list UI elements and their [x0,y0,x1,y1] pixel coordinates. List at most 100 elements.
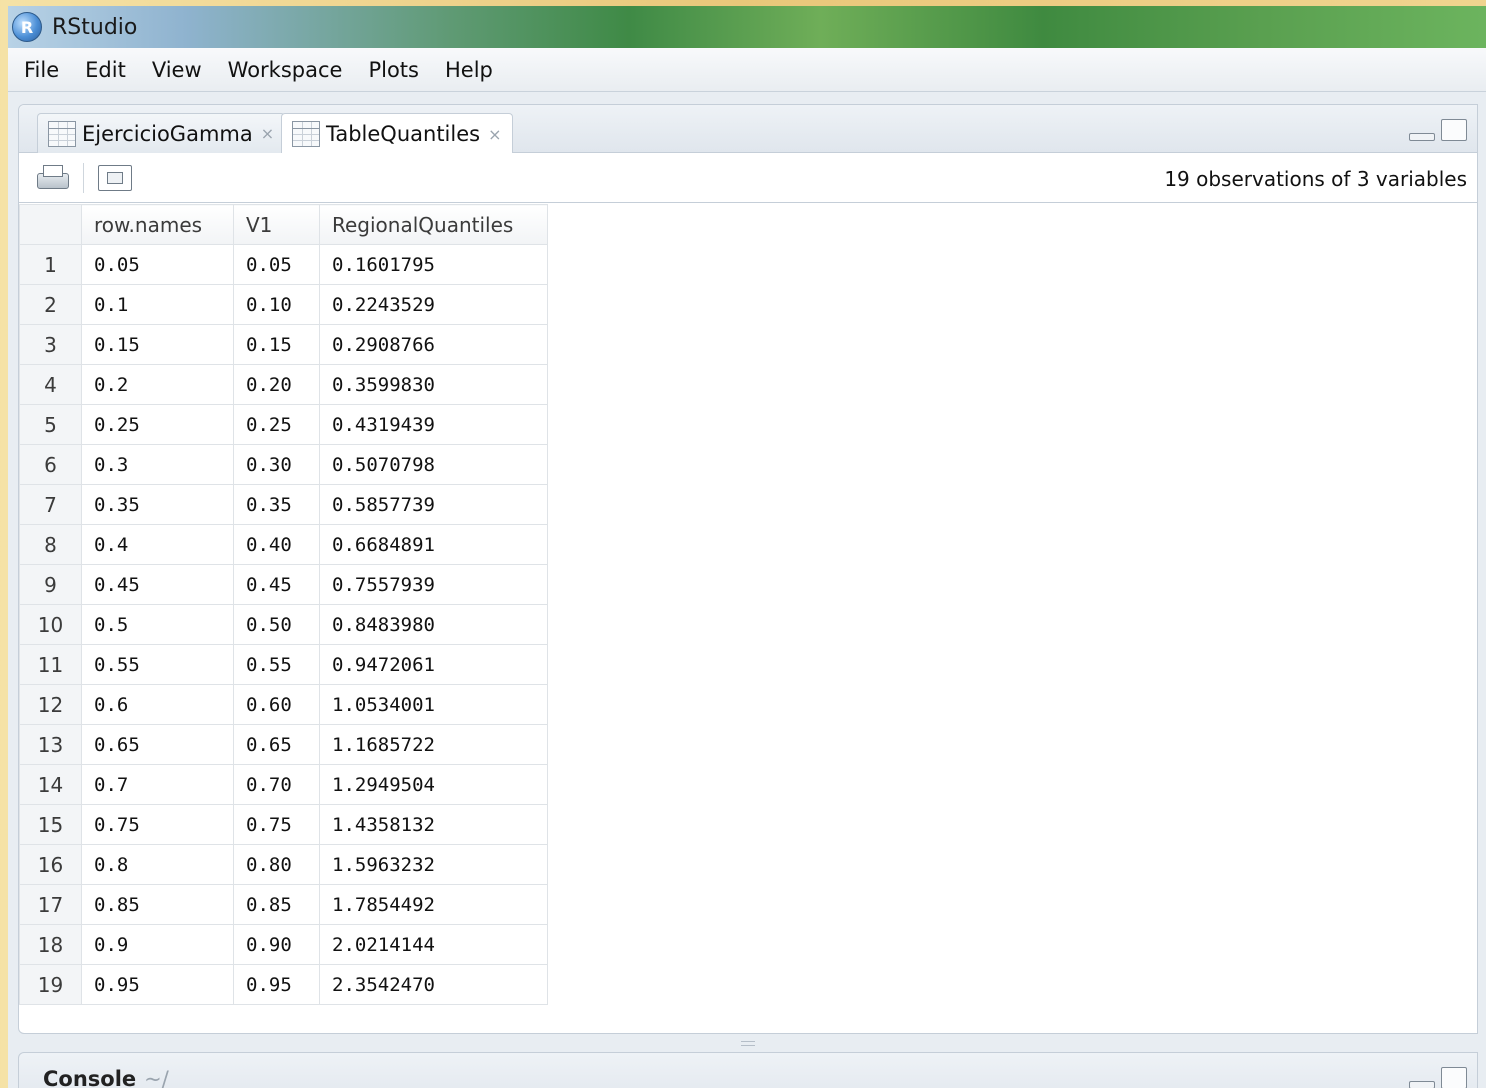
print-icon[interactable] [35,163,69,193]
menu-file[interactable]: File [14,58,69,82]
menu-view[interactable]: View [142,58,212,82]
column-header-regionalquantiles[interactable]: RegionalQuantiles [319,204,548,245]
table-cell[interactable]: 1.2949504 [319,764,548,805]
table-cell[interactable]: 1.1685722 [319,724,548,765]
table-cell[interactable]: 0.4 [81,524,234,565]
table-cell[interactable]: 1.0534001 [319,684,548,725]
table-cell[interactable]: 0.35 [81,484,234,525]
table-body: 1 0.05 0.05 0.1601795 2 0.1 0.10 0.2243529 3 0.15… [19,244,548,1005]
row-number: 3 [19,324,82,365]
minimize-icon[interactable] [1409,1081,1435,1088]
table-cell[interactable]: 0.55 [81,644,234,685]
table-cell[interactable]: 0.25 [81,404,234,445]
table-cell[interactable]: 0.7557939 [319,564,548,605]
table-cell[interactable]: 0.3599830 [319,364,548,405]
row-number: 10 [19,604,82,645]
menu-edit[interactable]: Edit [75,58,136,82]
table-cell[interactable]: 0.55 [233,644,320,685]
table-cell[interactable]: 0.45 [81,564,234,605]
table-cell[interactable]: 2.0214144 [319,924,548,965]
column-header-rownum [19,204,82,245]
table-cell[interactable]: 0.50 [233,604,320,645]
table-cell[interactable]: 0.35 [233,484,320,525]
table-cell[interactable]: 0.65 [233,724,320,765]
console-pane-controls [1409,1067,1467,1088]
pane-controls [1409,119,1467,141]
table-cell[interactable]: 1.4358132 [319,804,548,845]
tab-ejerciciogamma[interactable]: EjercicioGamma × [37,113,286,153]
table-cell[interactable]: 0.3 [81,444,234,485]
table-cell[interactable]: 0.6 [81,684,234,725]
close-icon[interactable]: × [488,125,501,144]
table-cell[interactable]: 0.7 [81,764,234,805]
table-cell[interactable]: 0.90 [233,924,320,965]
table-cell[interactable]: 0.8483980 [319,604,548,645]
table-cell[interactable]: 2.3542470 [319,964,548,1005]
table-cell[interactable]: 0.75 [81,804,234,845]
table-cell[interactable]: 0.60 [233,684,320,725]
maximize-icon[interactable] [1441,119,1467,141]
table-cell[interactable]: 0.65 [81,724,234,765]
table-cell[interactable]: 0.2243529 [319,284,548,325]
menu-help[interactable]: Help [435,58,503,82]
table-cell[interactable]: 0.2 [81,364,234,405]
toolbar-separator [83,162,84,193]
table-cell[interactable]: 0.9 [81,924,234,965]
tab-tablequantiles[interactable]: TableQuantiles × [281,113,513,154]
console-title[interactable]: Console ~/ [43,1067,169,1088]
table-cell[interactable]: 0.80 [233,844,320,885]
row-number: 4 [19,364,82,405]
table-cell[interactable]: 1.5963232 [319,844,548,885]
table-cell[interactable]: 0.15 [81,324,234,365]
table-cell[interactable]: 0.75 [233,804,320,845]
data-grid[interactable]: row.names V1 RegionalQuantiles 1 0.05 0.05… [19,204,548,1005]
table-cell[interactable]: 1.7854492 [319,884,548,925]
table-cell[interactable]: 0.85 [233,884,320,925]
table-cell[interactable]: 0.15 [233,324,320,365]
data-viewer-pane: EjercicioGamma × TableQuantiles × 19 obs… [18,104,1478,1034]
table-row: 1 0.05 0.05 0.1601795 [19,244,548,285]
table-cell[interactable]: 0.2908766 [319,324,548,365]
table-cell[interactable]: 0.1 [81,284,234,325]
table-cell[interactable]: 0.70 [233,764,320,805]
menu-workspace[interactable]: Workspace [218,58,353,82]
table-row: 2 0.1 0.10 0.2243529 [19,284,548,325]
table-cell[interactable]: 0.5070798 [319,444,548,485]
column-header-v1[interactable]: V1 [233,204,320,245]
table-cell[interactable]: 0.45 [233,564,320,605]
table-row: 12 0.6 0.60 1.0534001 [19,684,548,725]
table-cell[interactable]: 0.4319439 [319,404,548,445]
column-header-row-names[interactable]: row.names [81,204,234,245]
splitter-grip-icon [741,1040,755,1046]
minimize-icon[interactable] [1409,133,1435,141]
table-cell[interactable]: 0.05 [233,244,320,285]
row-number: 5 [19,404,82,445]
close-icon[interactable]: × [261,124,274,143]
pane-splitter[interactable] [18,1034,1478,1052]
table-cell[interactable]: 0.40 [233,524,320,565]
table-cell[interactable]: 0.95 [81,964,234,1005]
table-cell[interactable]: 0.9472061 [319,644,548,685]
table-cell[interactable]: 0.10 [233,284,320,325]
popout-window-icon[interactable] [98,164,132,191]
data-table: row.names V1 RegionalQuantiles 1 0.05 0.05… [19,204,548,1005]
table-header-row: row.names V1 RegionalQuantiles [19,204,548,245]
table-cell[interactable]: 0.85 [81,884,234,925]
table-row: 4 0.2 0.20 0.3599830 [19,364,548,405]
table-cell[interactable]: 0.95 [233,964,320,1005]
row-number: 6 [19,444,82,485]
data-table-icon [292,121,320,147]
table-cell[interactable]: 0.25 [233,404,320,445]
table-row: 5 0.25 0.25 0.4319439 [19,404,548,445]
table-cell[interactable]: 0.5857739 [319,484,548,525]
table-cell[interactable]: 0.6684891 [319,524,548,565]
table-cell[interactable]: 0.05 [81,244,234,285]
observations-summary: 19 observations of 3 variables [1164,167,1467,191]
table-cell[interactable]: 0.5 [81,604,234,645]
table-cell[interactable]: 0.1601795 [319,244,548,285]
maximize-icon[interactable] [1441,1067,1467,1088]
table-cell[interactable]: 0.8 [81,844,234,885]
menu-plots[interactable]: Plots [358,58,429,82]
table-cell[interactable]: 0.30 [233,444,320,485]
table-cell[interactable]: 0.20 [233,364,320,405]
